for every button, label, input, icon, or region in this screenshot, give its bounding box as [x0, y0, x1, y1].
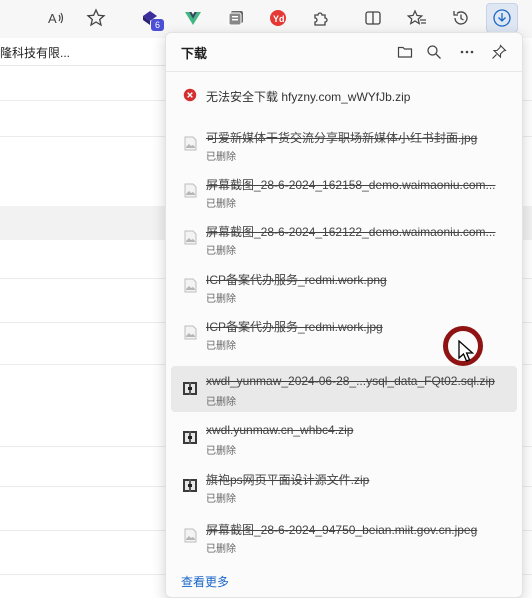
favorite-star-icon	[86, 8, 106, 27]
downloads-header: 下载	[166, 33, 522, 71]
history-icon	[453, 11, 468, 25]
download-item[interactable]: xwdl.yunmaw.cn_whbc4.zip 已删除	[171, 415, 517, 461]
download-item[interactable]: 旗袍ps网页平面设计源文件.zip 已删除	[171, 463, 517, 509]
vue-icon	[185, 12, 201, 25]
download-item[interactable]: xwdl_yunmaw_2024-06-28_...ysql_data_FQt0…	[171, 366, 517, 412]
download-item-name: ICP备案代办服务_redmi.work.png	[206, 273, 387, 287]
download-item[interactable]: 屏幕截图_28-6-2024_162122_demo.waimaoniu.com…	[171, 215, 517, 261]
download-item-status: 已删除	[206, 199, 236, 210]
download-item-status: 已删除	[206, 446, 236, 457]
header-divider	[166, 71, 522, 72]
vue-devtools-button[interactable]	[177, 3, 209, 33]
favorites-icon	[407, 9, 426, 25]
yd-extension-button[interactable]: Yd	[262, 3, 294, 33]
image-file-icon	[184, 183, 197, 198]
image-file-icon	[184, 325, 197, 340]
archive-file-icon	[183, 431, 197, 444]
more-options-icon	[460, 50, 474, 54]
download-item-status: 已删除	[206, 494, 236, 505]
download-item-status: 已删除	[206, 341, 236, 352]
background-tab[interactable]: 隆科技有限...	[0, 38, 170, 66]
split-screen-icon	[365, 11, 381, 25]
downloads-title: 下载	[181, 46, 208, 61]
downloads-icon	[493, 9, 511, 27]
see-more-link[interactable]: 查看更多	[181, 573, 229, 590]
error-icon	[183, 88, 197, 102]
download-item-name: 可爱新媒体干货交流分享职场新媒体小红书封面.jpg	[206, 131, 478, 145]
history-button[interactable]	[445, 3, 477, 33]
download-item-name: 屏幕截图_28-6-2024_162122_demo.waimaoniu.com…	[206, 225, 496, 239]
download-item-name: 屏幕截图_28-6-2024_162158_demo.waimaoniu.com…	[206, 178, 496, 192]
download-item[interactable]: 屏幕截图_28-6-2024_94750_beian.miit.gov.cn.j…	[171, 513, 517, 559]
more-options-button[interactable]	[456, 41, 478, 63]
read-aloud-icon: A	[48, 11, 64, 26]
archive-file-icon	[183, 382, 197, 395]
svg-text:A: A	[48, 11, 57, 26]
download-item-name: xwdl.yunmaw.cn_whbc4.zip	[206, 423, 354, 437]
download-item[interactable]: ICP备案代办服务_redmi.work.png 已删除	[171, 263, 517, 309]
collections-button[interactable]	[220, 3, 252, 33]
svg-text:Yd: Yd	[273, 14, 285, 24]
collections-icon	[228, 11, 243, 26]
download-item-status: 已删除	[206, 397, 236, 408]
download-item-name: xwdl_yunmaw_2024-06-28_...ysql_data_FQt0…	[206, 374, 495, 388]
download-item-name: 旗袍ps网页平面设计源文件.zip	[206, 473, 370, 487]
pin-button[interactable]	[488, 41, 510, 63]
mouse-cursor-icon	[458, 340, 475, 362]
download-item-status: 已删除	[206, 294, 236, 305]
download-item-name: 无法安全下载 hfyzny.com_wWYfJb.zip	[206, 90, 411, 104]
favorite-button[interactable]	[80, 3, 112, 33]
download-item-status: 已删除	[206, 246, 236, 257]
downloads-button[interactable]	[486, 3, 518, 33]
image-file-icon	[184, 136, 197, 151]
image-file-icon	[184, 230, 197, 245]
download-item[interactable]: 无法安全下载 hfyzny.com_wWYfJb.zip	[171, 73, 517, 119]
open-folder-button[interactable]	[394, 41, 416, 63]
download-item-name: 屏幕截图_28-6-2024_94750_beian.miit.gov.cn.j…	[206, 523, 478, 537]
search-icon	[427, 45, 441, 59]
yd-extension-icon: Yd	[270, 10, 286, 26]
downloads-panel: 下载 无法安全下载 hfyzny.com_wWYfJb.zip 可爱新媒体干货交…	[165, 32, 523, 598]
image-file-icon	[184, 278, 197, 293]
download-item[interactable]: 屏幕截图_28-6-2024_162158_demo.waimaoniu.com…	[171, 168, 517, 214]
read-aloud-button[interactable]: A	[40, 3, 72, 33]
download-item-status: 已删除	[206, 544, 236, 555]
favorites-button[interactable]	[401, 3, 433, 33]
extensions-puzzle-icon	[314, 12, 328, 26]
download-item[interactable]: 可爱新媒体干货交流分享职场新媒体小红书封面.jpg 已删除	[171, 121, 517, 167]
open-folder-icon	[397, 46, 413, 58]
pin-icon	[492, 44, 507, 59]
extension-badge: 6	[151, 19, 164, 31]
image-file-icon	[184, 528, 197, 543]
extensions-button[interactable]	[305, 3, 337, 33]
split-screen-button[interactable]	[357, 3, 389, 33]
search-downloads-button[interactable]	[423, 41, 445, 63]
archive-file-icon	[183, 479, 197, 492]
download-item-status: 已删除	[206, 152, 236, 163]
extension-cube-button[interactable]: 6	[134, 3, 166, 33]
